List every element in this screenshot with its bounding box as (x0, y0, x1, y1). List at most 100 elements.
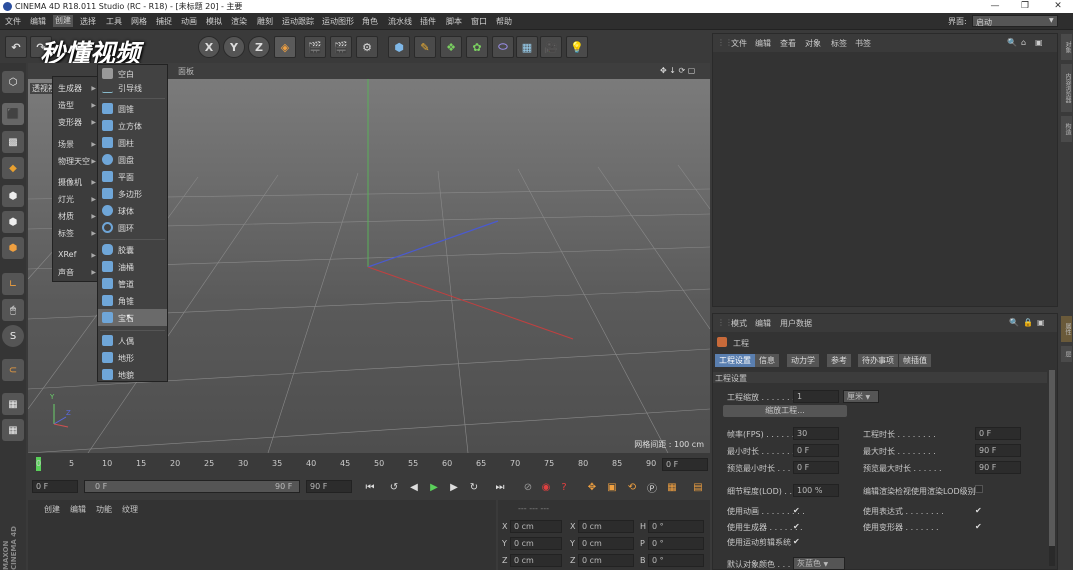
menu-item-cylinder[interactable]: 圆柱 (98, 134, 167, 151)
snap-icon[interactable]: S (2, 325, 24, 347)
om-menu-object[interactable]: 对象 (805, 38, 821, 49)
menu-mesh[interactable]: 网格 (131, 16, 147, 27)
menu-item-tag[interactable]: 标签 (58, 228, 74, 239)
menu-item-camera[interactable]: 摄像机 (58, 177, 82, 188)
menu-item-disc[interactable]: 圆盘 (98, 151, 167, 168)
magnet-icon[interactable]: ⊂ (2, 359, 24, 381)
tweak-mode-icon[interactable]: 🖱 (2, 299, 24, 321)
menu-render[interactable]: 渲染 (231, 16, 247, 27)
menu-plugins[interactable]: 插件 (420, 16, 436, 27)
om-menu-edit[interactable]: 编辑 (755, 38, 771, 49)
lock-workplane-icon[interactable]: ▦ (2, 393, 24, 415)
menu-character[interactable]: 角色 (362, 16, 378, 27)
home-icon[interactable]: ⌂ (1021, 38, 1026, 47)
current-frame-field[interactable]: 0 F (662, 458, 708, 471)
pen-spline-icon[interactable]: ✎ (414, 36, 436, 58)
material-menu-texture[interactable]: 纹理 (122, 504, 138, 515)
points-mode-icon[interactable]: ⬢ (2, 185, 24, 207)
use-generators-checkbox[interactable]: ✔ (793, 522, 801, 531)
menu-item-physical-sky[interactable]: 物理天空 (58, 156, 90, 167)
material-menu-create[interactable]: 创建 (44, 504, 60, 515)
next-frame-icon[interactable]: ▶ (446, 479, 462, 495)
next-key-icon[interactable]: ↻ (466, 479, 482, 495)
go-to-end-icon[interactable]: ⏭ (492, 479, 508, 495)
tab-info[interactable]: 信息 (755, 354, 779, 367)
key-scale-icon[interactable]: ▣ (604, 479, 620, 495)
menu-item-plane[interactable]: 平面 (98, 168, 167, 185)
auto-key-icon[interactable]: ? (556, 479, 572, 495)
axis-x-button[interactable]: X (198, 36, 220, 58)
make-editable-icon[interactable]: ⬡ (2, 71, 24, 93)
edges-mode-icon[interactable]: ⬢ (2, 211, 24, 233)
project-scale-field[interactable]: 1 (793, 390, 839, 403)
menu-tools[interactable]: 工具 (106, 16, 122, 27)
menu-item-guide[interactable]: 引导线 (98, 79, 167, 96)
menu-item-polygon[interactable]: 多边形 (98, 185, 167, 202)
scrollbar-thumb[interactable] (1049, 370, 1055, 546)
om-menu-view[interactable]: 查看 (780, 38, 796, 49)
tab-dynamics[interactable]: 动力学 (787, 354, 819, 367)
panel-options-icon[interactable]: ▣ (1037, 318, 1045, 327)
tab-todo[interactable]: 待办事项 (858, 354, 898, 367)
menu-file[interactable]: 文件 (5, 16, 21, 27)
preview-max-field[interactable]: 90 F (975, 461, 1021, 474)
timeline-ruler[interactable]: 0 5 10 15 20 25 30 35 40 45 50 55 60 65 … (28, 455, 710, 473)
undo-icon[interactable]: ↶ (5, 36, 27, 58)
rotation-p-field[interactable]: 0 ° (648, 537, 704, 550)
frame-range-slider[interactable]: 0 F 90 F (84, 480, 300, 493)
start-frame-field[interactable]: 0 F (32, 480, 78, 493)
size-y-field[interactable]: 0 cm (578, 537, 634, 550)
size-x-field[interactable]: 0 cm (578, 520, 634, 533)
menu-item-capsule[interactable]: 胶囊 (98, 241, 167, 258)
render-settings-icon[interactable]: ⚙ (356, 36, 378, 58)
end-frame-field[interactable]: 90 F (306, 480, 352, 493)
menu-item-relief[interactable]: 地貌 (98, 366, 167, 383)
axis-y-button[interactable]: Y (223, 36, 245, 58)
menu-item-pyramid[interactable]: 角锥 (98, 292, 167, 309)
use-expression-checkbox[interactable]: ✔ (975, 506, 983, 515)
menu-item-sound[interactable]: 声音 (58, 267, 74, 278)
menu-item-scene[interactable]: 场景 (58, 139, 74, 150)
lod-render-checkbox[interactable] (975, 485, 983, 493)
menu-item-cube[interactable]: 立方体 (98, 117, 167, 134)
min-time-field[interactable]: 0 F (793, 444, 839, 457)
menu-item-splines[interactable]: 造型 (58, 100, 74, 111)
menu-item-landscape[interactable]: 地形 (98, 349, 167, 366)
polygons-mode-icon[interactable]: ⬢ (2, 237, 24, 259)
om-menu-file[interactable]: 文件 (731, 38, 747, 49)
tab-key-interpolation[interactable]: 帧插值 (899, 354, 931, 367)
previous-key-icon[interactable]: ↺ (386, 479, 402, 495)
tab-referencing[interactable]: 参考 (827, 354, 851, 367)
position-z-field[interactable]: 0 cm (510, 554, 562, 567)
close-button[interactable]: ✕ (1043, 0, 1073, 13)
floor-icon[interactable]: ▦ (516, 36, 538, 58)
key-pla-icon[interactable]: ▦ (664, 479, 680, 495)
preview-min-field[interactable]: 0 F (793, 461, 839, 474)
max-time-field[interactable]: 90 F (975, 444, 1021, 457)
model-mode-icon[interactable]: ⬛ (2, 103, 24, 125)
workplane-mode-icon[interactable]: ◆ (2, 157, 24, 179)
om-menu-tag[interactable]: 标签 (831, 38, 847, 49)
previous-frame-icon[interactable]: ◀ (406, 479, 422, 495)
position-x-field[interactable]: 0 cm (510, 520, 562, 533)
unit-select[interactable]: 厘米 ▼ (843, 390, 879, 403)
search-icon[interactable]: 🔍 (1009, 318, 1019, 327)
menu-script[interactable]: 脚本 (446, 16, 462, 27)
tab-structure[interactable]: 构造 (1061, 116, 1072, 142)
use-deformers-checkbox[interactable]: ✔ (975, 522, 983, 531)
coordinate-system-icon[interactable]: ◈ (274, 36, 296, 58)
cube-object-icon[interactable]: ⬢ (388, 36, 410, 58)
rotation-h-field[interactable]: 0 ° (648, 520, 704, 533)
default-color-select[interactable]: 灰蓝色 ▼ (793, 557, 845, 570)
menu-select[interactable]: 选择 (80, 16, 96, 27)
lod-field[interactable]: 100 % (793, 484, 839, 497)
material-menu-function[interactable]: 功能 (96, 504, 112, 515)
render-view-icon[interactable]: 🎬 (304, 36, 326, 58)
menu-item-generators[interactable]: 生成器 (58, 83, 82, 94)
tab-content-browser[interactable]: 内容浏览器 (1061, 64, 1072, 112)
deformer-icon[interactable]: ⬭ (492, 36, 514, 58)
menu-pipeline[interactable]: 流水线 (388, 16, 412, 27)
panel-options-icon[interactable]: ▣ (1035, 38, 1043, 47)
menu-item-xref[interactable]: XRef (58, 250, 76, 259)
menu-item-oil-tank[interactable]: 油桶 (98, 258, 167, 275)
